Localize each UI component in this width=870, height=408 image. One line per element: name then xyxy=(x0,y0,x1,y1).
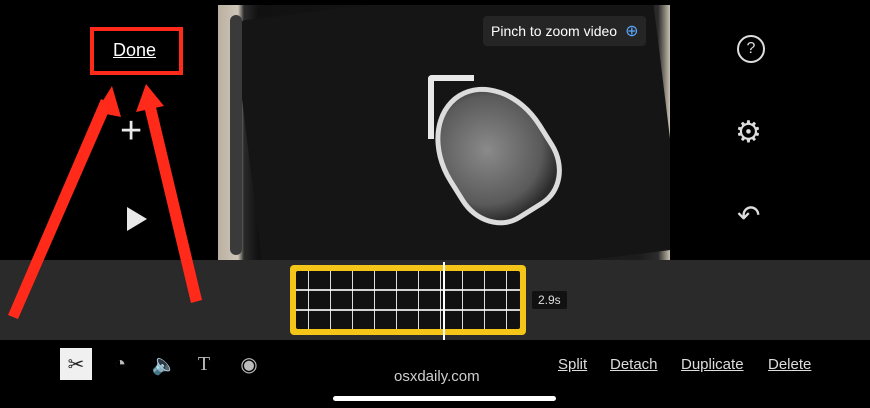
annotation-arrow-left-shaft xyxy=(8,99,112,319)
annotation-arrow-right xyxy=(136,84,202,303)
annotation-arrows xyxy=(8,84,202,319)
annotation-arrow-left xyxy=(8,86,121,319)
annotation-arrow-right-head xyxy=(136,84,164,112)
annotation-arrow-right-shaft xyxy=(144,103,202,303)
annotation-arrow-left-head xyxy=(96,86,121,117)
